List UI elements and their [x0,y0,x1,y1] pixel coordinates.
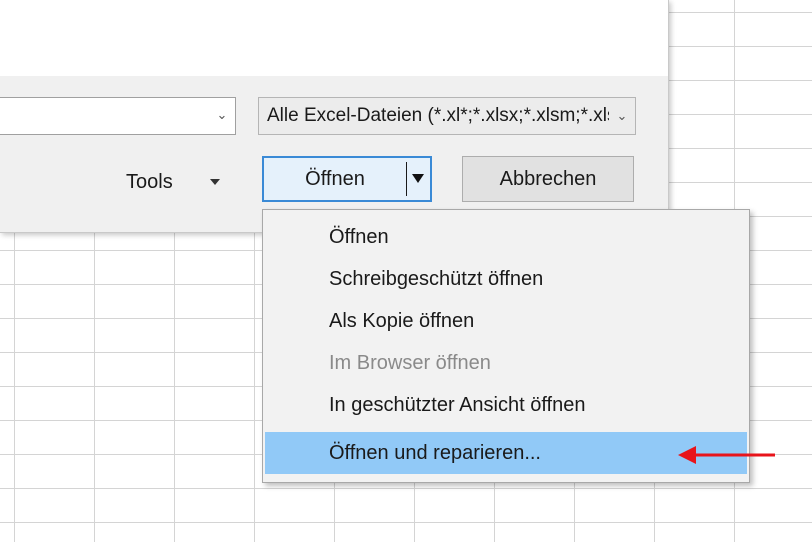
filetype-filter-combobox[interactable]: Alle Excel-Dateien (*.xl*;*.xlsx;*.xlsm;… [258,97,636,135]
menu-item-open-protected-view[interactable]: In geschützter Ansicht öffnen [265,384,747,426]
open-split-button: Öffnen [262,156,432,202]
split-divider [406,162,407,196]
cancel-button[interactable]: Abbrechen [462,156,634,202]
filename-combobox[interactable]: ⌄ [0,97,236,135]
dialog-content-area [0,0,668,76]
open-file-dialog: ⌄ Alle Excel-Dateien (*.xl*;*.xlsx;*.xls… [0,0,669,233]
menu-item-open-as-copy[interactable]: Als Kopie öffnen [265,300,747,342]
menu-item-label: Als Kopie öffnen [329,310,475,332]
chevron-down-icon[interactable]: ⌄ [215,106,229,124]
menu-item-label: In geschützter Ansicht öffnen [329,394,586,416]
open-button[interactable]: Öffnen [264,158,406,200]
chevron-down-icon[interactable]: ⌄ [615,107,629,125]
menu-item-open-and-repair[interactable]: Öffnen und reparieren... [265,432,747,474]
menu-item-open-read-only[interactable]: Schreibgeschützt öffnen [265,258,747,300]
filetype-filter-value: Alle Excel-Dateien (*.xl*;*.xlsx;*.xlsm;… [267,105,609,126]
menu-item-label: Schreibgeschützt öffnen [329,268,544,290]
menu-item-label: Im Browser öffnen [329,352,491,374]
caret-down-icon [210,179,220,185]
menu-item-label: Öffnen [329,226,389,248]
menu-item-open[interactable]: Öffnen [265,216,747,258]
menu-item-open-in-browser: Im Browser öffnen [265,342,747,384]
tools-button[interactable]: Tools [120,164,240,200]
dropdown-arrow-icon[interactable] [412,174,424,183]
tools-button-label: Tools [126,171,173,193]
red-arrow-left-icon [678,446,775,464]
menu-item-label: Öffnen und reparieren... [329,442,541,464]
